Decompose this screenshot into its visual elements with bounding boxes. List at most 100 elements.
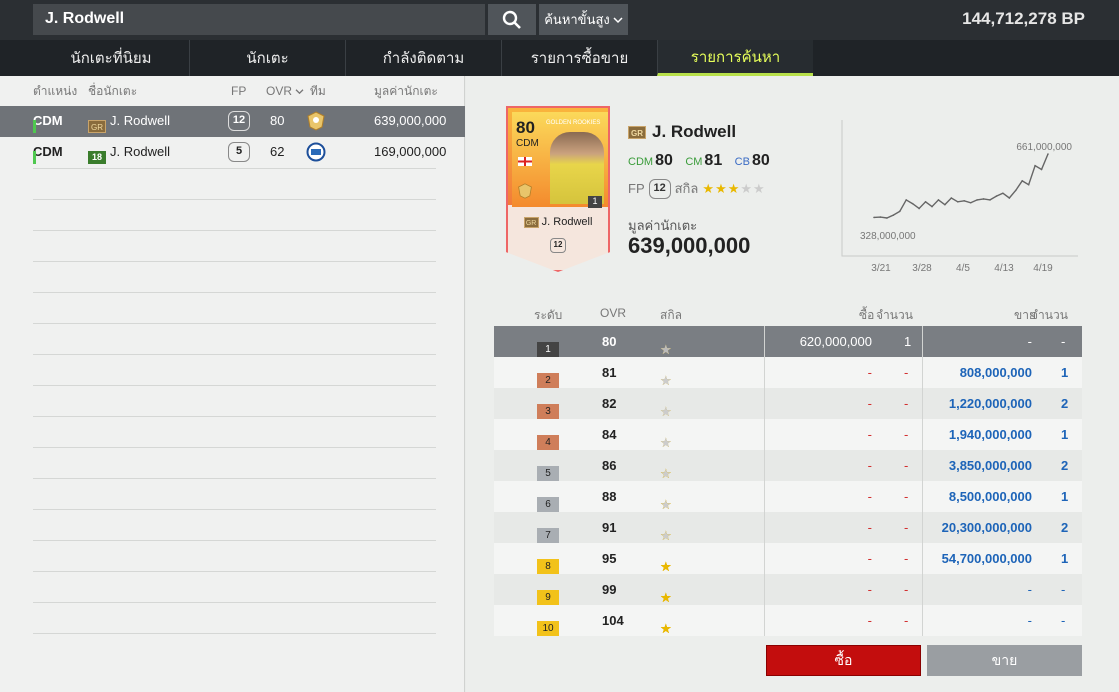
price-point (892, 214, 895, 216)
row-name: J. Rodwell (110, 144, 170, 159)
price-point (911, 202, 914, 205)
row-name: J. Rodwell (110, 113, 170, 128)
divider (764, 543, 765, 574)
min-price-label: 328,000,000 (860, 231, 916, 242)
header-fp[interactable]: FP (231, 84, 246, 98)
price-row[interactable]: 3 82 ★ ★ ★ ★ ★ - -1,220,000,000 2 (494, 388, 1082, 419)
card-level: 1 (588, 196, 602, 208)
fp-skill-line: FP 12 สกิล ★★★★★ (628, 178, 766, 199)
row-fp: 5 (228, 142, 250, 162)
x-tick-label: 4/5 (956, 263, 970, 274)
price-table-header: ระดับ OVR สกิล ซื้อ จำนวน ขาย จำนวน (494, 300, 1082, 326)
divider (922, 326, 923, 357)
buy-price: - (867, 458, 872, 473)
row-ovr: 82 (602, 396, 617, 411)
price-point (1047, 153, 1049, 155)
sell-button[interactable]: ขาย (927, 645, 1082, 676)
empty-row-line (33, 478, 436, 479)
buy-qty: - (904, 365, 909, 380)
row-position-text: CDM (33, 113, 63, 128)
tab-search-list[interactable]: รายการค้นหา (657, 40, 813, 76)
price-row[interactable]: 9 99 ★ ★ ★ ★ ★ - - - - (494, 574, 1082, 605)
price-point (886, 217, 888, 219)
header-ovr-label: OVR (266, 84, 293, 98)
price-point (969, 201, 972, 204)
buy-price: - (867, 551, 872, 566)
fp-value: 12 (648, 178, 671, 199)
search-button[interactable] (488, 4, 536, 35)
player-name-text: J. Rodwell (652, 122, 737, 141)
tab-watching[interactable]: กำลังติดตาม (345, 40, 501, 76)
price-row[interactable]: 1 80 ★ ★ ★ ★ ★ 620,000,000 1- - (494, 326, 1082, 357)
card-name-text: J. Rodwell (541, 216, 593, 228)
price-row[interactable]: 6 88 ★ ★ ★ ★ ★ - -8,500,000,000 1 (494, 481, 1082, 512)
price-row[interactable]: 8 95 ★ ★ ★ ★ ★ - -54,700,000,000 1 (494, 543, 1082, 574)
price-point (976, 199, 978, 201)
header-team[interactable]: ทีม (310, 82, 326, 101)
divider (922, 450, 923, 481)
divider (922, 357, 923, 388)
skill-stars: ★★★★★ (702, 181, 765, 197)
bp-balance: 144,712,278 BP (962, 9, 1085, 28)
header-sell-qty: จำนวน (1031, 308, 1068, 322)
sell-price: - (1027, 613, 1032, 628)
buy-qty: - (904, 396, 909, 411)
header-name[interactable]: ชื่อนักเตะ (88, 82, 137, 101)
empty-row-line (33, 416, 436, 417)
player-row[interactable]: CDM 18 J. Rodwell 5 62 169,000,000 (0, 137, 465, 168)
star-icon: ★ (660, 559, 673, 574)
price-row[interactable]: 10 104 ★ ★ ★ ★ ★ - - - - (494, 605, 1082, 636)
tab-trade-list[interactable]: รายการซื้อขาย (501, 40, 657, 76)
price-point (1034, 164, 1036, 167)
player-list-header: ตำแหน่ง ชื่อนักเตะ FP OVR ทีม มูลค่านักเ… (0, 76, 464, 106)
buy-qty: - (904, 458, 909, 473)
tab-popular-players[interactable]: นักเตะที่นิยม (33, 40, 189, 76)
empty-row-line (33, 571, 436, 572)
divider (922, 481, 923, 512)
advanced-search-button[interactable]: ค้นหาขั้นสูง (539, 4, 628, 35)
header-ovr[interactable]: OVR (266, 84, 304, 98)
buy-qty: - (904, 489, 909, 504)
row-ovr: 84 (602, 427, 617, 442)
header-value[interactable]: มูลค่านักเตะ (374, 82, 438, 101)
price-point (982, 198, 985, 200)
price-point (898, 210, 901, 213)
divider (764, 388, 765, 419)
price-row[interactable]: 2 81 ★ ★ ★ ★ ★ - -808,000,000 1 (494, 357, 1082, 388)
team-crest-icon (306, 111, 326, 134)
price-point (1040, 168, 1043, 171)
buy-price: - (867, 613, 872, 628)
star-icon: ★ (660, 590, 673, 605)
player-name: GR J. Rodwell (628, 122, 736, 142)
x-tick-label: 4/19 (1033, 263, 1053, 274)
search-input[interactable]: J. Rodwell (33, 4, 485, 35)
price-row[interactable]: 7 91 ★ ★ ★ ★ ★ - -20,300,000,000 2 (494, 512, 1082, 543)
buy-button[interactable]: ซื้อ (766, 645, 921, 676)
row-position-text: CDM (33, 144, 63, 159)
player-row[interactable]: CDM GR J. Rodwell 12 80 639,000,000 (0, 106, 465, 137)
divider (764, 419, 765, 450)
row-ovr: 80 (270, 113, 285, 128)
price-row[interactable]: 4 84 ★ ★ ★ ★ ★ - -1,940,000,000 1 (494, 419, 1082, 450)
star-icon: ★ (753, 180, 766, 196)
season-badge-text: GR (88, 120, 106, 133)
tab-players[interactable]: นักเตะ (189, 40, 345, 76)
pos-label: CM (685, 156, 703, 168)
price-point (937, 199, 940, 201)
empty-row-line (33, 261, 436, 262)
price-point (879, 216, 882, 218)
star-icon: ★ (660, 621, 673, 636)
price-point (1014, 189, 1017, 192)
sell-qty: 1 (1061, 489, 1069, 504)
level-badge-text: 9 (537, 590, 559, 605)
header-position[interactable]: ตำแหน่ง (33, 82, 77, 101)
buy-price: - (867, 489, 872, 504)
level-badge-text: 1 (537, 342, 559, 357)
price-point (944, 203, 946, 206)
divider (764, 512, 765, 543)
star-icon: ★ (660, 404, 673, 419)
price-row[interactable]: 5 86 ★ ★ ★ ★ ★ - -3,850,000,000 2 (494, 450, 1082, 481)
star-icon: ★ (660, 342, 673, 357)
sell-price: 54,700,000,000 (941, 551, 1032, 566)
buy-qty: - (904, 427, 909, 442)
